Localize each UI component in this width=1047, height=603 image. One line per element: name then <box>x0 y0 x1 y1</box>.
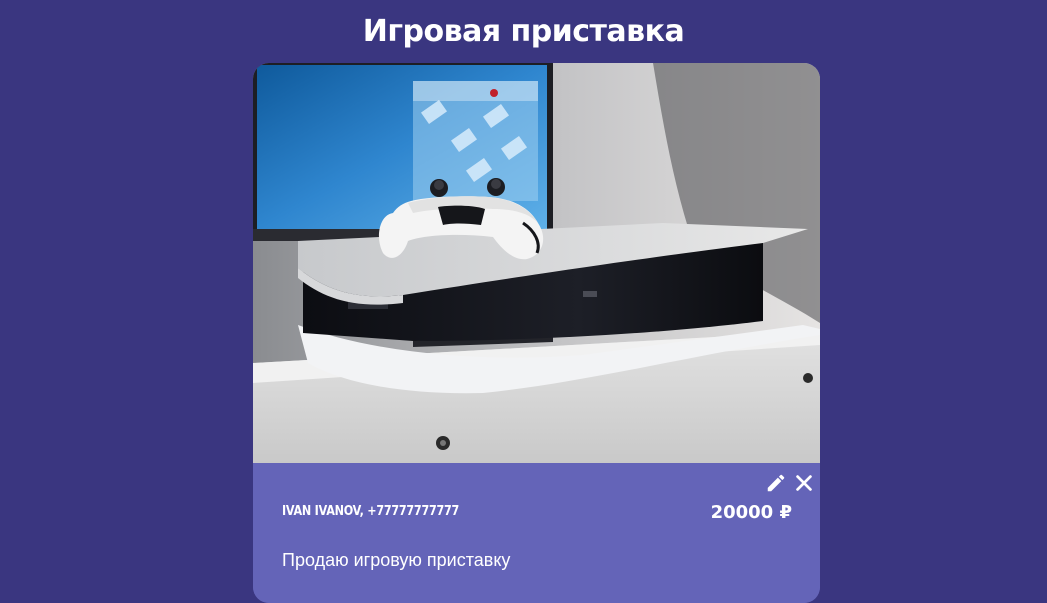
close-icon[interactable] <box>793 472 815 494</box>
seller-contact: IVAN IVANOV, +77777777777 <box>282 504 460 519</box>
pencil-icon[interactable] <box>765 472 787 494</box>
listing-price: 20000 ₽ <box>710 502 792 523</box>
listing-description: Продаю игровую приставку <box>282 550 511 570</box>
listing-info: IVAN IVANOV, +77777777777 20000 ₽ Продаю… <box>253 463 820 603</box>
page-title: Игровая приставка <box>362 14 685 49</box>
listing-photo <box>253 63 820 463</box>
listing-card: IVAN IVANOV, +77777777777 20000 ₽ Продаю… <box>253 63 820 603</box>
